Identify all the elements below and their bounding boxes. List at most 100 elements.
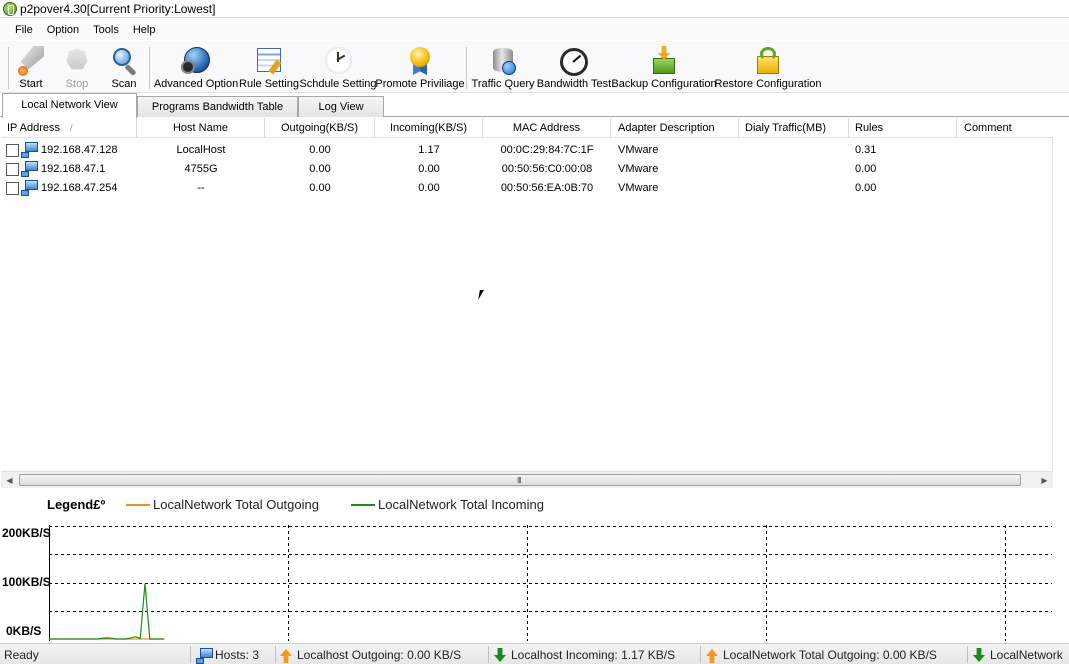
down-arrow-icon [494, 648, 506, 662]
table-row[interactable]: 192.168.47.254 -- 0.00 0.00 00:50:56:EA:… [1, 179, 1053, 198]
cell-outgoing: 0.00 [309, 182, 331, 194]
column-adapter-description[interactable]: Adapter Description [611, 118, 739, 138]
traffic-graph: Legend£º LocalNetwork Total Outgoing Loc… [0, 489, 1069, 641]
row-checkbox[interactable] [6, 144, 19, 157]
menu-tools[interactable]: Tools [86, 20, 126, 40]
column-host-name[interactable]: Host Name [137, 118, 265, 138]
stop-button[interactable]: Stop [61, 44, 93, 90]
cell-rules: 0.00 [855, 163, 877, 175]
hosts-table: IP Address / Host Name Outgoing(KB/S) Inc… [1, 118, 1053, 471]
cell-ip: 192.168.47.254 [41, 182, 118, 194]
bandwidth-test-label: Bandwidth Test [536, 78, 612, 90]
legend-title: Legend£º [47, 497, 106, 512]
horizontal-scrollbar[interactable]: ◀ III ▶ [1, 471, 1053, 488]
promote-privilege-button[interactable]: Promote Priviliage [375, 44, 465, 90]
magnifier-icon [109, 46, 139, 77]
column-daily-traffic[interactable]: Dialy Traffic(MB) [739, 118, 849, 138]
tab-log-view[interactable]: Log View [298, 96, 384, 117]
backup-box-icon [649, 46, 679, 74]
scrollbar-grip: III [517, 476, 522, 485]
toolbar-separator [466, 47, 467, 89]
y-axis-label-200: 200KB/S [2, 526, 51, 540]
title-bar: p2pover4.30[Current Priority:Lowest] [0, 0, 1069, 18]
mouse-cursor-icon [478, 290, 488, 300]
cell-mac: 00:0C:29:84:7C:1F [500, 144, 594, 156]
cell-adapter: VMware [618, 163, 659, 175]
rule-document-icon [254, 46, 284, 75]
scroll-left-arrow-icon[interactable]: ◀ [1, 472, 18, 489]
status-divider [967, 646, 968, 663]
legend-label-outgoing: LocalNetwork Total Outgoing [153, 497, 319, 512]
scrollbar-thumb[interactable]: III [19, 474, 1021, 486]
status-divider [190, 646, 191, 663]
cell-host: LocalHost [176, 144, 226, 156]
computer-icon [21, 142, 39, 158]
status-hosts: Hosts: 3 [215, 648, 260, 662]
traffic-plot [49, 525, 1052, 641]
row-checkbox[interactable] [6, 182, 19, 195]
database-icon [488, 46, 518, 75]
medal-icon [405, 46, 435, 75]
column-outgoing[interactable]: Outgoing(KB/S) [265, 118, 375, 138]
cell-rules: 0.00 [855, 182, 877, 194]
start-button[interactable]: Start [14, 44, 48, 90]
table-header: IP Address / Host Name Outgoing(KB/S) Inc… [1, 118, 1053, 138]
status-divider [700, 646, 701, 663]
legend-label-incoming: LocalNetwork Total Incoming [378, 497, 544, 512]
table-row[interactable]: 192.168.47.1 4755G 0.00 0.00 00:50:56:C0… [1, 160, 1053, 179]
cell-daily [745, 179, 849, 198]
series-line-incoming [49, 583, 165, 640]
y-axis-label-0: 0KB/S [6, 624, 42, 638]
toolbar: Start Stop Scan Advanced Option Rule Set… [0, 41, 1069, 93]
cell-outgoing: 0.00 [309, 144, 331, 156]
column-ip-address-label: IP Address [7, 122, 60, 134]
bandwidth-test-button[interactable]: Bandwidth Test [536, 44, 612, 90]
scroll-right-arrow-icon[interactable]: ▶ [1036, 472, 1053, 489]
menu-option[interactable]: Option [40, 20, 86, 40]
table-row[interactable]: 192.168.47.128 LocalHost 0.00 1.17 00:0C… [1, 141, 1053, 160]
schedule-setting-button[interactable]: Schdule Setting [299, 44, 377, 90]
legend-swatch-outgoing [126, 504, 150, 506]
cell-adapter: VMware [618, 182, 659, 194]
cell-comment [964, 160, 1052, 179]
menu-bar: File Option Tools Help [0, 20, 1069, 40]
sort-indicator-icon: / [70, 123, 73, 133]
view-tabs: Local Network View Programs Bandwidth Ta… [0, 93, 1069, 118]
traffic-query-label: Traffic Query [471, 78, 535, 90]
column-mac-address[interactable]: MAC Address [483, 118, 611, 138]
column-ip-address[interactable]: IP Address / [1, 118, 137, 138]
up-arrow-icon [280, 649, 292, 663]
scan-button[interactable]: Scan [108, 44, 140, 90]
advanced-option-button[interactable]: Advanced Option [154, 44, 238, 90]
tab-local-network-view[interactable]: Local Network View [2, 93, 137, 118]
status-network-incoming: LocalNetwork [990, 648, 1063, 662]
cell-daily [745, 141, 849, 160]
promote-privilege-label: Promote Priviliage [375, 78, 465, 90]
column-rules[interactable]: Rules [849, 118, 957, 138]
row-checkbox[interactable] [6, 163, 19, 176]
tab-programs-bandwidth-table[interactable]: Programs Bandwidth Table [137, 96, 298, 117]
menu-help[interactable]: Help [126, 20, 163, 40]
schedule-setting-label: Schdule Setting [299, 78, 377, 90]
traffic-query-button[interactable]: Traffic Query [471, 44, 535, 90]
window-title: p2pover4.30[Current Priority:Lowest] [20, 1, 216, 16]
backup-configuration-button[interactable]: Backup Configuration [611, 44, 717, 90]
cell-incoming: 1.17 [418, 144, 440, 156]
down-arrow-icon [973, 648, 985, 662]
column-comment[interactable]: Comment [957, 118, 1053, 138]
up-arrow-icon [706, 649, 718, 663]
cell-mac: 00:50:56:EA:0B:70 [500, 182, 594, 194]
status-divider [275, 646, 276, 663]
restore-configuration-button[interactable]: Restore Configuration [715, 44, 822, 90]
toolbar-separator [8, 47, 9, 89]
restore-box-icon [753, 46, 783, 74]
cell-mac: 00:50:56:C0:00:08 [501, 163, 593, 175]
cell-incoming: 0.00 [418, 163, 440, 175]
backup-configuration-label: Backup Configuration [611, 78, 717, 90]
menu-file[interactable]: File [0, 20, 40, 40]
cell-host: -- [197, 182, 205, 194]
status-divider [488, 646, 489, 663]
column-incoming[interactable]: Incoming(KB/S) [375, 118, 483, 138]
rule-setting-button[interactable]: Rule Setting [239, 44, 299, 90]
cell-rules: 0.31 [855, 144, 877, 156]
